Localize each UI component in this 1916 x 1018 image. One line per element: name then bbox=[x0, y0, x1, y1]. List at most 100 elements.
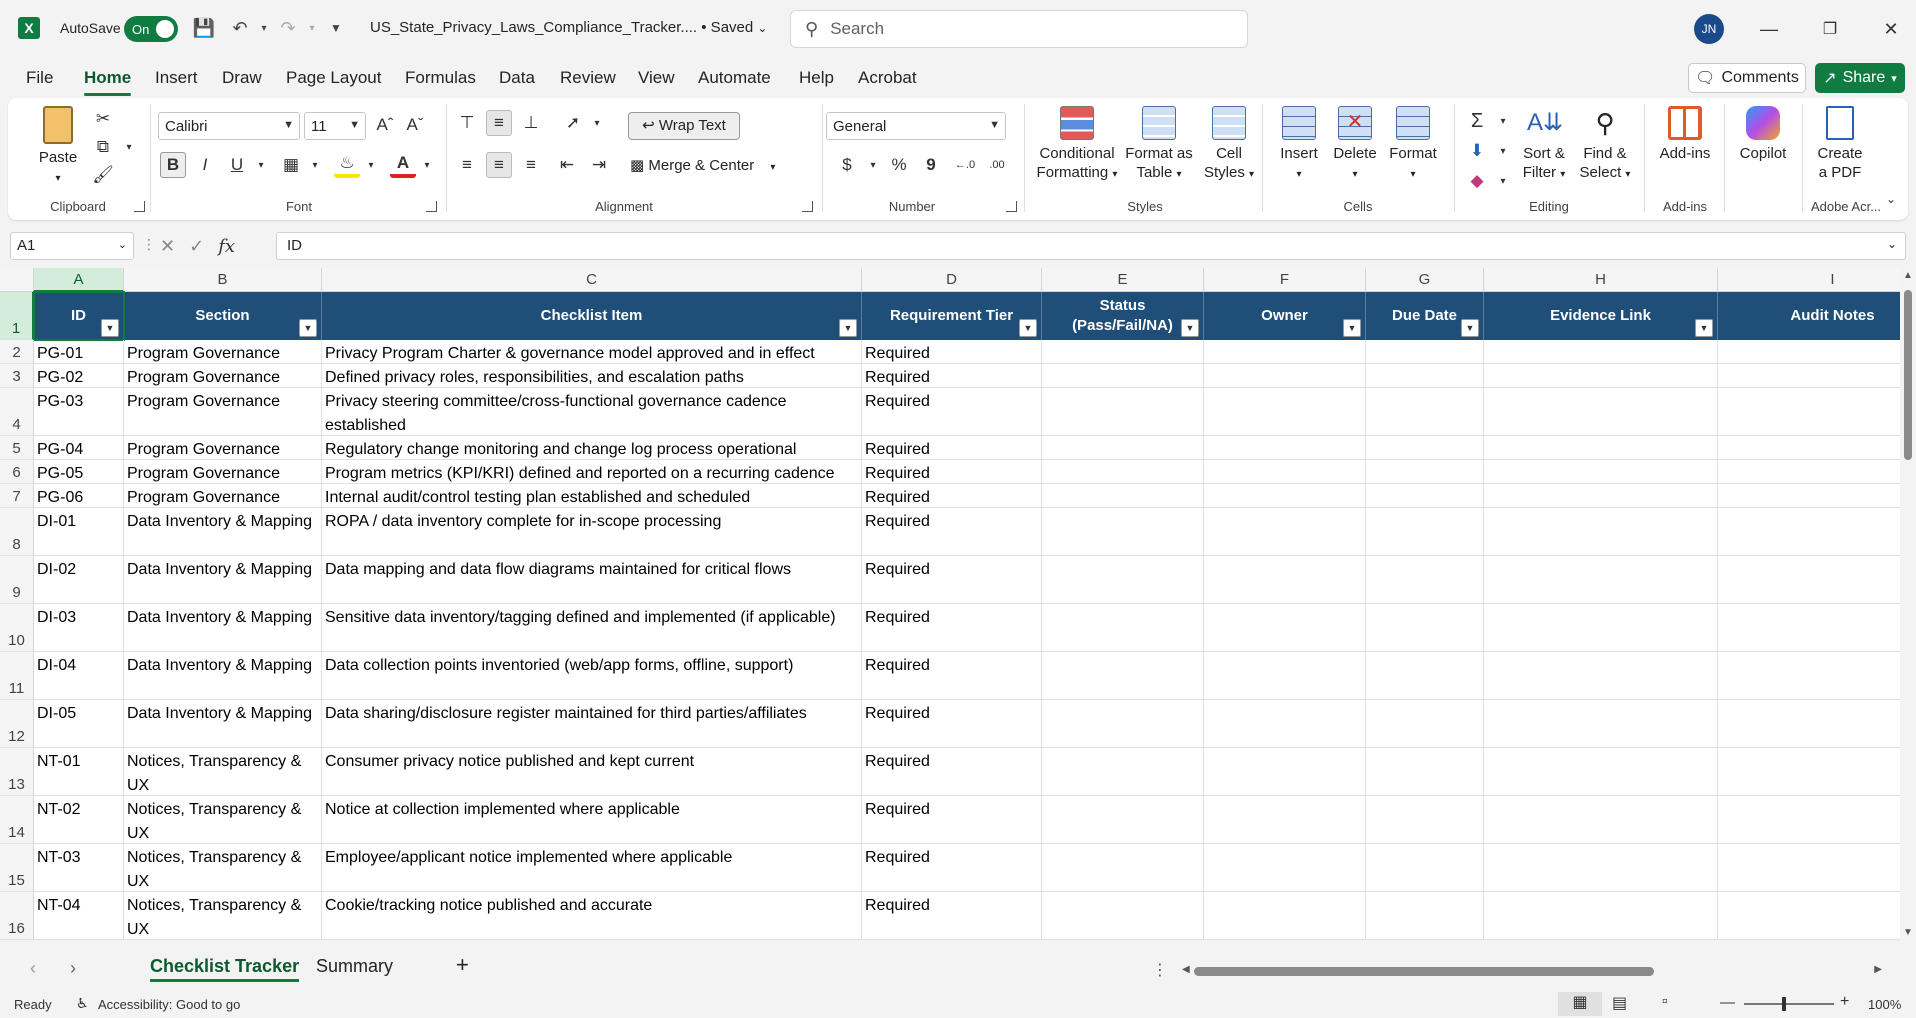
fill-dropdown-icon[interactable]: ▾ bbox=[1490, 138, 1516, 164]
filter-dropdown-icon[interactable]: ▼ bbox=[1019, 319, 1037, 337]
name-box[interactable]: A1 ⌄ bbox=[10, 232, 134, 260]
page-break-view-icon[interactable]: ▫ bbox=[1662, 993, 1668, 1011]
header-cell[interactable]: Status (Pass/Fail/NA) ▼ bbox=[1042, 292, 1204, 340]
table-cell[interactable] bbox=[1042, 556, 1204, 604]
fill-color-icon[interactable]: ♨ bbox=[334, 152, 360, 178]
table-cell[interactable] bbox=[1484, 460, 1718, 484]
table-cell[interactable]: Defined privacy roles, responsibilities,… bbox=[322, 364, 862, 388]
table-cell[interactable] bbox=[1204, 796, 1366, 844]
row-header-12[interactable]: 12 bbox=[0, 700, 34, 748]
table-cell[interactable] bbox=[1042, 700, 1204, 748]
table-cell[interactable]: Required bbox=[862, 748, 1042, 796]
table-cell[interactable]: Required bbox=[862, 796, 1042, 844]
underline-dropdown-icon[interactable]: ▾ bbox=[248, 152, 274, 178]
table-cell[interactable] bbox=[1366, 484, 1484, 508]
table-cell[interactable] bbox=[1042, 604, 1204, 652]
table-cell[interactable]: Consumer privacy notice published and ke… bbox=[322, 748, 862, 796]
table-cell[interactable]: Data Inventory & Mapping bbox=[124, 508, 322, 556]
fill-icon[interactable]: ⬇ bbox=[1464, 138, 1490, 164]
table-cell[interactable] bbox=[1042, 388, 1204, 436]
document-title[interactable]: US_State_Privacy_Laws_Compliance_Tracker… bbox=[370, 19, 767, 36]
row-header-14[interactable]: 14 bbox=[0, 796, 34, 844]
table-cell[interactable]: NT-01 bbox=[34, 748, 124, 796]
table-cell[interactable]: Data Inventory & Mapping bbox=[124, 652, 322, 700]
table-cell[interactable] bbox=[1484, 340, 1718, 364]
table-cell[interactable]: Program Governance bbox=[124, 436, 322, 460]
italic-button[interactable]: I bbox=[192, 152, 218, 178]
add-ins-button[interactable]: Add-ins bbox=[1652, 106, 1718, 163]
table-cell[interactable] bbox=[1042, 340, 1204, 364]
decrease-indent-icon[interactable]: ⇤ bbox=[554, 152, 580, 178]
more-sheets-icon[interactable]: ⋮ bbox=[1152, 960, 1168, 980]
table-cell[interactable] bbox=[1204, 508, 1366, 556]
table-cell[interactable] bbox=[1484, 796, 1718, 844]
tab-insert[interactable]: Insert bbox=[155, 68, 198, 88]
orientation-icon[interactable]: ➚ bbox=[560, 110, 586, 136]
table-cell[interactable] bbox=[1204, 484, 1366, 508]
table-cell[interactable]: Notices, Transparency & UX bbox=[124, 892, 322, 940]
copy-dropdown-icon[interactable]: ▾ bbox=[116, 134, 142, 160]
table-cell[interactable] bbox=[1484, 484, 1718, 508]
row-header-8[interactable]: 8 bbox=[0, 508, 34, 556]
header-cell[interactable]: Section ▼ bbox=[124, 292, 322, 340]
table-cell[interactable] bbox=[1366, 460, 1484, 484]
align-center-icon[interactable]: ≡ bbox=[486, 152, 512, 178]
more-options-icon[interactable]: ⋮ bbox=[142, 236, 156, 253]
table-cell[interactable] bbox=[1484, 604, 1718, 652]
header-cell[interactable]: Evidence Link ▼ bbox=[1484, 292, 1718, 340]
table-cell[interactable] bbox=[1718, 364, 1900, 388]
sheet-tab-summary[interactable]: Summary bbox=[316, 956, 393, 977]
table-cell[interactable] bbox=[1042, 892, 1204, 940]
increase-decimal-icon[interactable]: ←.0 bbox=[952, 152, 978, 178]
customize-toolbar-icon[interactable]: ▼ bbox=[324, 16, 348, 40]
font-color-dropdown-icon[interactable]: ▾ bbox=[414, 152, 440, 178]
table-cell[interactable] bbox=[1718, 388, 1900, 436]
row-header-7[interactable]: 7 bbox=[0, 484, 34, 508]
close-icon[interactable]: ✕ bbox=[1876, 14, 1906, 44]
table-cell[interactable]: PG-04 bbox=[34, 436, 124, 460]
expand-formula-icon[interactable]: ⌄ bbox=[1887, 237, 1897, 251]
tab-file[interactable]: File bbox=[26, 68, 53, 88]
normal-view-icon[interactable]: ▦ bbox=[1558, 992, 1602, 1016]
tab-formulas[interactable]: Formulas bbox=[405, 68, 476, 88]
cancel-icon[interactable]: ✕ bbox=[160, 236, 175, 257]
table-cell[interactable] bbox=[1204, 844, 1366, 892]
column-header-f[interactable]: F bbox=[1204, 268, 1366, 292]
filter-dropdown-icon[interactable]: ▼ bbox=[1461, 319, 1479, 337]
collapse-ribbon-icon[interactable]: ⌄ bbox=[1878, 186, 1904, 212]
table-cell[interactable] bbox=[1204, 748, 1366, 796]
tab-help[interactable]: Help bbox=[799, 68, 834, 88]
font-launcher-icon[interactable] bbox=[426, 201, 437, 212]
table-cell[interactable] bbox=[1718, 484, 1900, 508]
table-cell[interactable] bbox=[1366, 844, 1484, 892]
sort-filter-button[interactable]: A⇊ Sort & Filter ▾ bbox=[1516, 106, 1572, 184]
autosum-icon[interactable]: Σ bbox=[1464, 108, 1490, 134]
table-cell[interactable] bbox=[1718, 796, 1900, 844]
orientation-dropdown-icon[interactable]: ▾ bbox=[584, 110, 610, 136]
table-cell[interactable]: PG-02 bbox=[34, 364, 124, 388]
table-cell[interactable] bbox=[1366, 508, 1484, 556]
decrease-font-icon[interactable]: Aˇ bbox=[402, 112, 428, 138]
increase-font-icon[interactable]: Aˆ bbox=[372, 112, 398, 138]
table-cell[interactable]: ROPA / data inventory complete for in-sc… bbox=[322, 508, 862, 556]
format-as-table-button[interactable]: Format as Table ▾ bbox=[1124, 106, 1194, 184]
tab-home[interactable]: Home bbox=[84, 68, 132, 96]
font-size-select[interactable]: 11 ▼ bbox=[304, 112, 366, 140]
table-cell[interactable] bbox=[1718, 556, 1900, 604]
table-cell[interactable]: Regulatory change monitoring and change … bbox=[322, 436, 862, 460]
row-header-4[interactable]: 4 bbox=[0, 388, 34, 436]
table-cell[interactable]: DI-01 bbox=[34, 508, 124, 556]
zoom-out-icon[interactable]: — bbox=[1720, 994, 1735, 1011]
tab-view[interactable]: View bbox=[638, 68, 675, 88]
table-cell[interactable] bbox=[1718, 652, 1900, 700]
table-cell[interactable]: Data Inventory & Mapping bbox=[124, 700, 322, 748]
accessibility-status[interactable]: Accessibility: Good to go bbox=[98, 997, 240, 1012]
table-cell[interactable]: DI-03 bbox=[34, 604, 124, 652]
table-cell[interactable] bbox=[1718, 604, 1900, 652]
filter-dropdown-icon[interactable]: ▼ bbox=[839, 319, 857, 337]
table-cell[interactable] bbox=[1042, 364, 1204, 388]
align-middle-icon[interactable]: ≡ bbox=[486, 110, 512, 136]
spreadsheet-grid[interactable]: A B C D E F G H I 1 ID ▼ Section ▼ Checklist Item ▼ Requ… bbox=[0, 268, 1900, 940]
copy-icon[interactable]: ⧉ bbox=[90, 134, 116, 160]
table-cell[interactable]: Required bbox=[862, 700, 1042, 748]
